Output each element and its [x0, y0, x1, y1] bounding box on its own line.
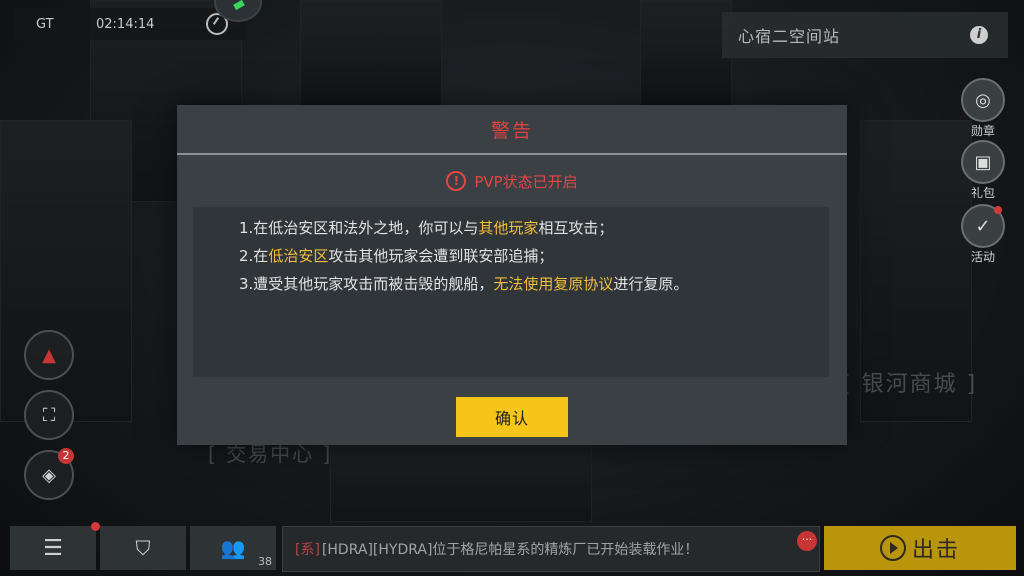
map-badge: 2	[58, 448, 74, 464]
chat-channel-tag: [系]	[295, 542, 320, 558]
rule-text: 2.在	[239, 247, 269, 265]
rules-panel: 1.在低治安区和法外之地，你可以与其他玩家相互攻击； 2.在低治安区攻击其他玩家…	[193, 207, 829, 377]
rank-shield-icon: ⛉	[135, 536, 151, 560]
dialog-subtitle: ! PVP状态已开启	[177, 169, 847, 193]
launch-button[interactable]: 出击	[824, 526, 1016, 570]
bottom-bar: ☰ ⛉ 👥 38 [系] [HDRA][HYDRA]位于格尼帕星系的精炼厂已开始…	[0, 516, 1024, 576]
people-icon: 👥	[220, 536, 246, 560]
star-map-icon: ◈	[42, 464, 56, 486]
rule-text: 3.遭受其他玩家攻击而被击毁的舰船，	[239, 275, 494, 293]
alert-icon: !	[446, 171, 467, 191]
rule-line: 3.遭受其他玩家攻击而被击毁的舰船，无法使用复原协议进行复原。	[239, 273, 688, 294]
location-panel[interactable]: 心宿二空间站 i	[722, 12, 1008, 58]
menu-icon: ☰	[43, 535, 63, 561]
launch-label: 出击	[911, 538, 960, 563]
chat-more-button[interactable]: ···	[797, 531, 817, 551]
medal-button[interactable]: ◎ 勋章	[958, 78, 1008, 139]
rule-text: 相互攻击；	[538, 219, 614, 237]
gift-icon: ▣	[961, 140, 1005, 184]
menu-button[interactable]: ☰	[10, 522, 100, 570]
divider	[177, 153, 847, 155]
medal-label: 勋章	[970, 124, 995, 138]
rule-highlight: 低治安区	[268, 247, 329, 265]
pvp-warning-dialog: 警告 ! PVP状态已开启 1.在低治安区和法外之地，你可以与其他玩家相互攻击；…	[177, 105, 847, 445]
scan-button[interactable]: ⛶	[24, 390, 74, 440]
medal-icon: ◎	[961, 78, 1005, 122]
event-label: 活动	[970, 250, 995, 264]
station-name: 心宿二空间站	[738, 27, 841, 46]
rule-text: 1.在低治安区和法外之地，你可以与	[239, 219, 479, 237]
rule-highlight: 无法使用复原协议	[493, 275, 614, 293]
pvp-status-text: PVP状态已开启	[474, 172, 578, 191]
event-button[interactable]: ✓ 活动	[958, 204, 1008, 265]
scan-icon: ⛶	[42, 404, 56, 426]
danger-alert-button[interactable]: ▲	[24, 330, 74, 380]
star-map-button[interactable]: ◈ 2	[24, 448, 74, 500]
chat-message: [HDRA][HYDRA]位于格尼帕星系的精炼厂已开始装载作业！	[321, 542, 699, 558]
rule-line: 2.在低治安区攻击其他玩家会遭到联安部追捕；	[239, 245, 553, 266]
warning-triangle-icon: ▲	[42, 344, 56, 366]
social-button[interactable]: 👥 38	[190, 526, 276, 570]
dialog-title: 警告	[490, 119, 533, 142]
chat-ticker[interactable]: [系] [HDRA][HYDRA]位于格尼帕星系的精炼厂已开始装载作业！ ···	[282, 526, 820, 572]
status-bar: GT 02:14:14	[14, 8, 246, 40]
rule-text: 攻击其他玩家会遭到联安部追捕；	[328, 247, 554, 265]
play-icon	[879, 535, 906, 561]
rule-highlight: 其他玩家	[478, 219, 539, 237]
rank-button[interactable]: ⛉	[100, 526, 186, 570]
notification-dot	[91, 522, 100, 531]
gift-button[interactable]: ▣ 礼包	[958, 140, 1008, 201]
rule-text: 进行复原。	[613, 275, 689, 293]
gift-label: 礼包	[970, 186, 995, 200]
gt-label: GT	[36, 16, 54, 32]
rule-line: 1.在低治安区和法外之地，你可以与其他玩家相互攻击；	[239, 217, 613, 238]
confirm-button[interactable]: 确认	[456, 397, 568, 437]
info-icon[interactable]: i	[970, 26, 988, 44]
online-count: 38	[258, 555, 272, 568]
clock: 02:14:14	[96, 16, 155, 32]
notification-dot	[994, 206, 1002, 214]
